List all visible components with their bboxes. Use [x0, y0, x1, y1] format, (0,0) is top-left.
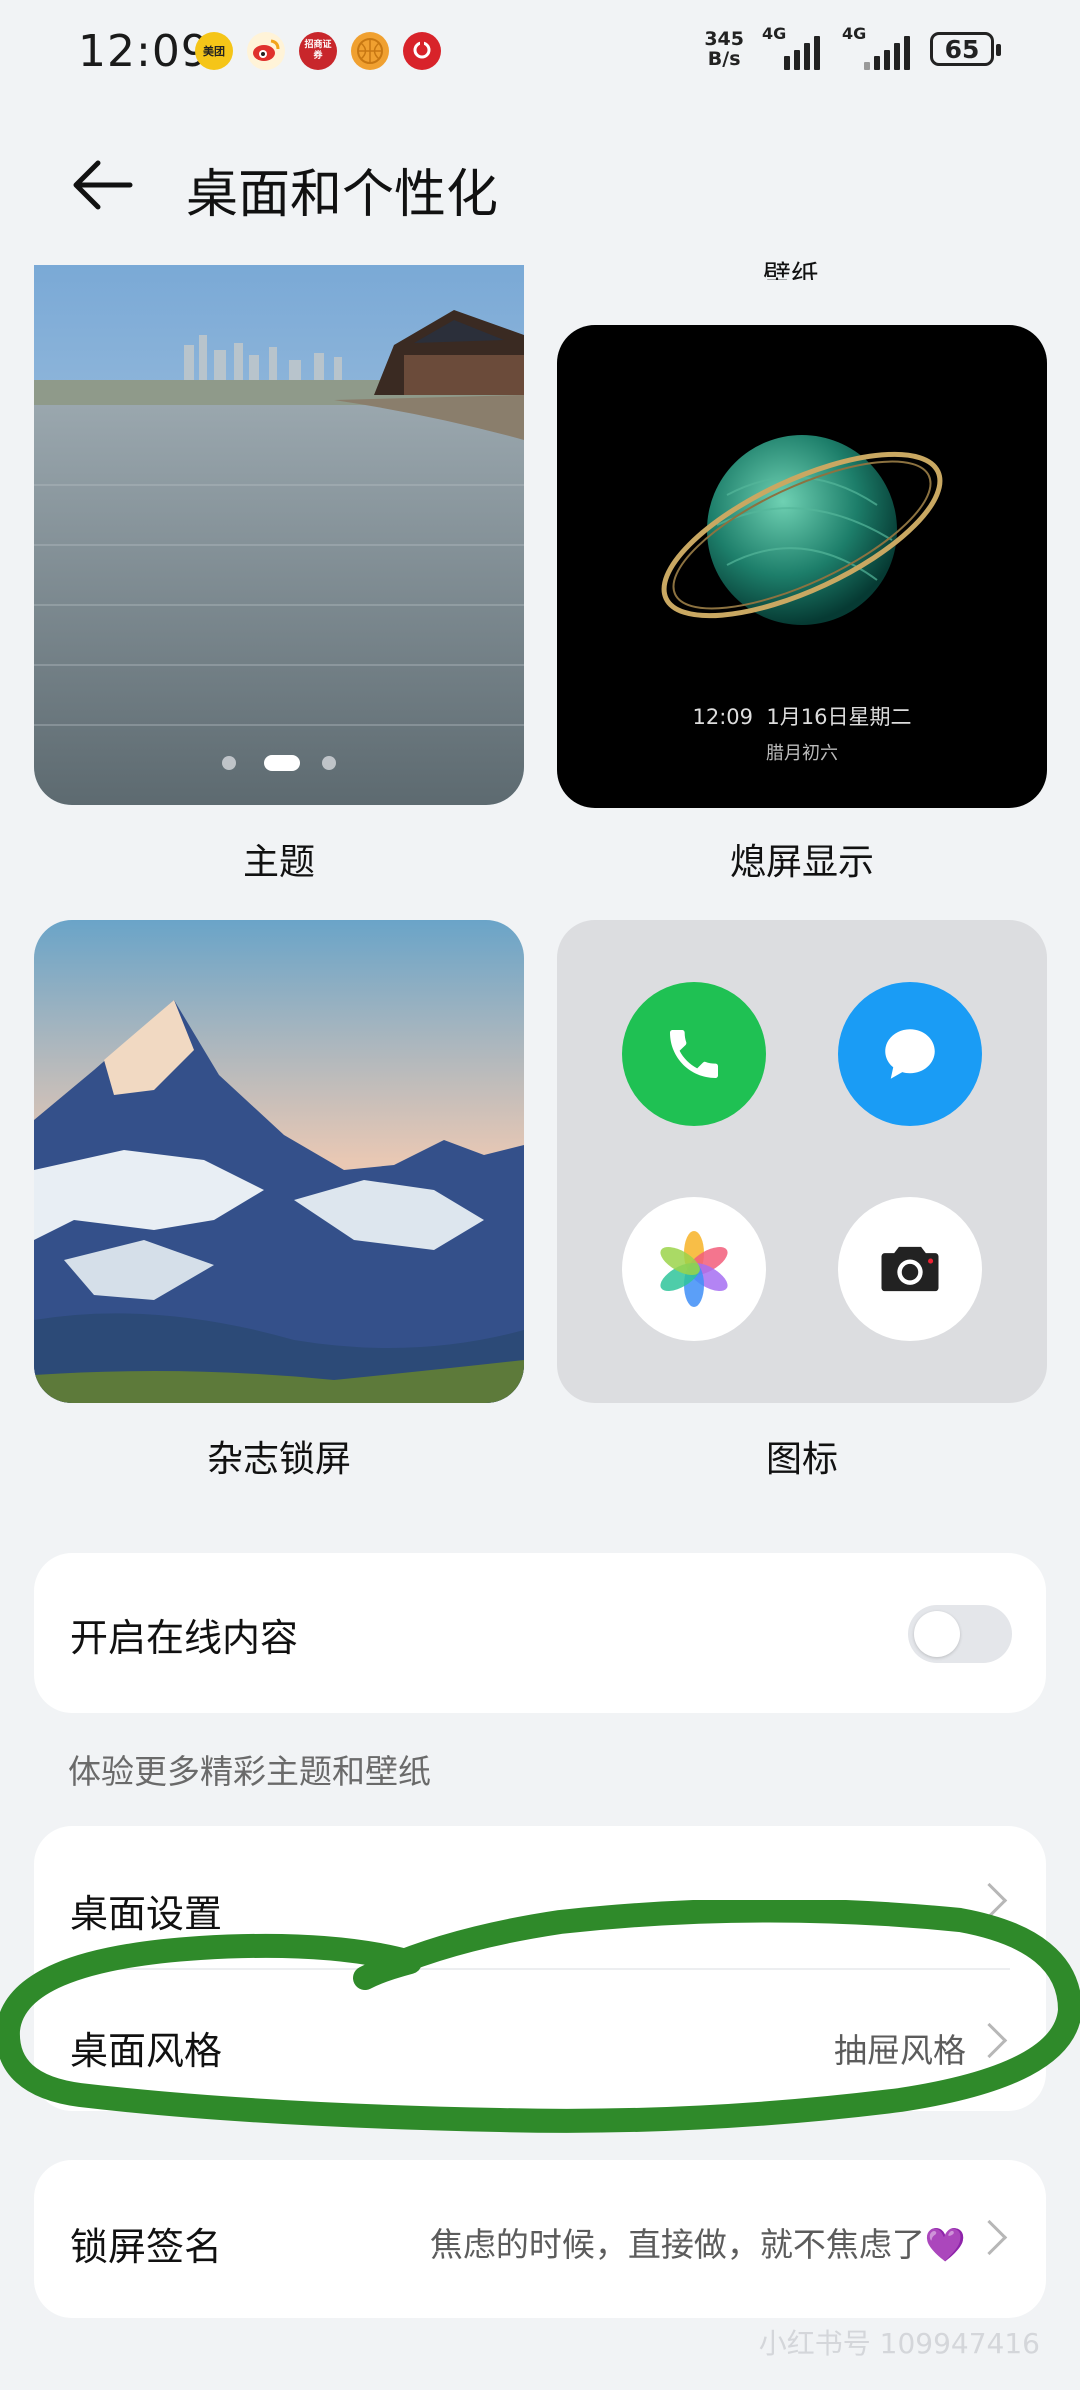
online-content-toggle[interactable] — [908, 1605, 1012, 1663]
aod-label: 熄屏显示 — [729, 842, 874, 883]
page-title: 桌面和个性化 — [186, 165, 499, 225]
icons-card[interactable] — [557, 920, 1047, 1403]
magazine-lockscreen-label: 杂志锁屏 — [206, 1439, 351, 1480]
online-content-hint: 体验更多精彩主题和壁纸 — [68, 1752, 431, 1791]
online-content-label: 开启在线内容 — [70, 1616, 299, 1660]
weibo-icon — [247, 32, 285, 70]
gallery-icon — [622, 1197, 766, 1341]
signal-strength-icon: 4G — [762, 24, 824, 70]
theme-preview-image — [34, 265, 524, 805]
phone-icon — [622, 982, 766, 1126]
status-time: 12:09 — [78, 26, 210, 77]
theme-label: 主题 — [242, 842, 315, 883]
aod-card[interactable]: 12:09 1月16日星期二 腊月初六 — [557, 325, 1047, 808]
magazine-lockscreen-card[interactable] — [34, 920, 524, 1403]
aod-clock: 12:09 1月16日星期二 — [692, 705, 912, 729]
watermark: 小红书号 109947416 — [758, 2327, 1040, 2360]
red-app-icon — [403, 32, 441, 70]
battery-indicator: 65 — [930, 32, 1001, 66]
mountain-preview-image — [34, 920, 524, 1403]
theme-card[interactable] — [34, 265, 524, 805]
lock-signature-label: 锁屏签名 — [70, 2225, 223, 2269]
meituan-icon: 美团 — [195, 32, 233, 70]
online-content-row[interactable]: 开启在线内容 — [34, 1553, 1046, 1713]
lock-signature-value: 焦虑的时候，直接做，就不焦虑了💜 — [429, 2225, 966, 2264]
zhaoshang-securities-icon: 招商证券 — [299, 32, 337, 70]
basketball-app-icon — [351, 32, 389, 70]
icons-label: 图标 — [765, 1439, 838, 1480]
wallpaper-label: 壁纸 — [763, 259, 820, 280]
status-indicators: 345 B/s 4G 4G 65 — [704, 24, 1001, 70]
camera-icon — [838, 1197, 982, 1341]
signal-strength-icon: 4G — [842, 24, 912, 70]
back-button[interactable] — [68, 150, 138, 220]
network-speed: 345 B/s — [704, 28, 744, 70]
chevron-right-icon — [971, 2219, 1008, 2256]
aod-planet-image — [661, 435, 943, 625]
toggle-knob — [914, 1611, 960, 1657]
lock-signature-row[interactable]: 锁屏签名 焦虑的时候，直接做，就不焦虑了💜 — [34, 2160, 1046, 2318]
aod-lunar-date: 腊月初六 — [766, 743, 838, 764]
arrow-left-icon — [73, 160, 133, 210]
message-icon — [838, 982, 982, 1126]
annotation-circle — [0, 1900, 1080, 2133]
